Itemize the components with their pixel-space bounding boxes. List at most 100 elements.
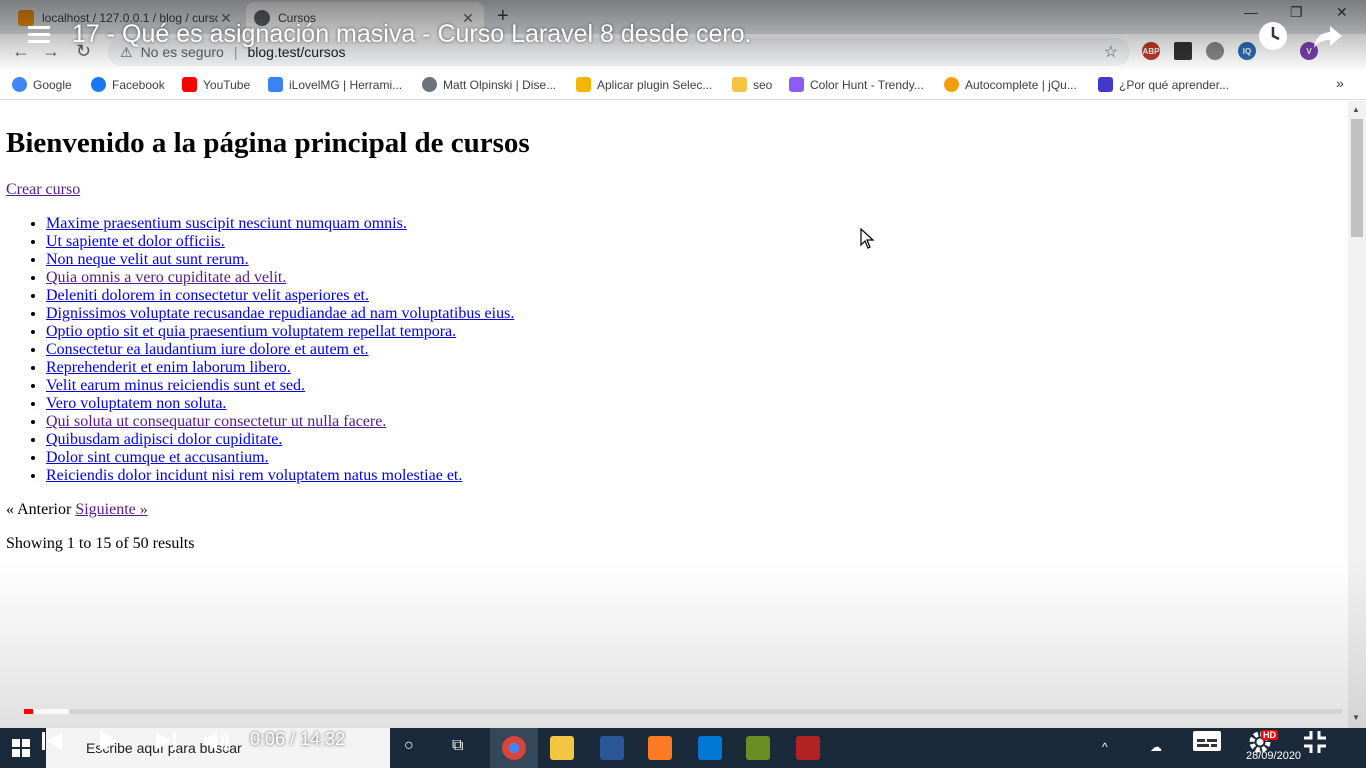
played-bar [24, 709, 34, 714]
cortana-icon[interactable]: ○ [404, 737, 414, 755]
onedrive-icon[interactable]: ☁ [1150, 740, 1162, 754]
course-link[interactable]: Qui soluta ut consequatur consectetur ut… [46, 413, 386, 430]
video-progress-bar[interactable] [24, 709, 1342, 714]
facebook-icon [91, 77, 106, 92]
bookmark-color-hunt[interactable]: Color Hunt - Trendy... [789, 77, 924, 92]
bookmark-label: seo [753, 77, 773, 92]
bookmark-label: Google [33, 77, 72, 92]
course-link[interactable]: Dignissimos voluptate recusandae repudia… [46, 305, 514, 322]
bookmark-folder-seo[interactable]: seo [732, 77, 772, 92]
course-link[interactable]: Vero voluptatem non soluta. [46, 395, 226, 412]
bookmark-aplicar-plugin[interactable]: Aplicar plugin Selec... [576, 77, 712, 92]
bookmark-label: YouTube [203, 77, 251, 92]
next-video-icon[interactable] [154, 730, 178, 752]
watch-later-clock-icon[interactable] [1257, 20, 1289, 52]
list-item: Vero voluptatem non soluta. [46, 395, 1342, 413]
bookmarks-bar: Google Facebook YouTube iLovelMG | Herra… [0, 70, 1366, 100]
previous-video-icon[interactable] [40, 730, 64, 752]
extension-icon[interactable] [1206, 42, 1224, 60]
list-item: Consectetur ea laudantium iure dolore et… [46, 341, 1342, 359]
course-link[interactable]: Dolor sint cumque et accusantium. [46, 449, 269, 466]
course-link[interactable]: Quibusdam adipisci dolor cupiditate. [46, 431, 282, 448]
playlist-menu-icon[interactable] [28, 26, 50, 47]
bookmark-star-icon[interactable]: ☆ [1104, 42, 1118, 62]
bookmark-ilovemg[interactable]: iLovelMG | Herrami... [268, 77, 402, 92]
list-item: Quia omnis a vero cupiditate ad velit. [46, 269, 1342, 287]
bookmark-por-que-aprender[interactable]: ¿Por qué aprender... [1098, 77, 1229, 92]
mouse-pointer-icon [860, 228, 875, 249]
more-bookmarks-icon[interactable]: » [1336, 75, 1344, 91]
bookmark-facebook[interactable]: Facebook [91, 77, 165, 92]
qr-code-icon[interactable] [1174, 42, 1192, 60]
tray-expand-icon[interactable]: ^ [1102, 740, 1108, 754]
course-link[interactable]: Reiciendis dolor incidunt nisi rem volup… [46, 467, 462, 484]
bookmark-matt-olpinski[interactable]: Matt Olpinski | Dise... [422, 77, 556, 92]
scrollbar-thumb[interactable] [1351, 119, 1363, 237]
list-item: Quibusdam adipisci dolor cupiditate. [46, 431, 1342, 449]
bookmark-label: Aplicar plugin Selec... [597, 77, 713, 92]
video-time: 0:06 / 14:32 [250, 729, 346, 749]
page-content: Bienvenido a la página principal de curs… [0, 101, 1348, 728]
course-link[interactable]: Quia omnis a vero cupiditate ad velit. [46, 269, 286, 286]
list-item: Velit earum minus reiciendis sunt et sed… [46, 377, 1342, 395]
list-item: Qui soluta ut consequatur consectetur ut… [46, 413, 1342, 431]
adblock-icon[interactable]: ABP [1142, 42, 1160, 60]
video-title[interactable]: 17 - Qué es asignación masiva - Curso La… [72, 20, 752, 49]
list-item: Reprehenderit et enim laborum libero. [46, 359, 1342, 377]
color-hunt-icon [789, 77, 804, 92]
word-app-icon[interactable] [600, 736, 624, 760]
create-course-link[interactable]: Crear curso [6, 181, 80, 199]
previous-page-label: « Anterior [6, 501, 72, 518]
play-icon[interactable] [96, 729, 120, 753]
volume-icon[interactable] [202, 728, 234, 754]
vertical-scrollbar[interactable]: ▲ ▼ [1348, 101, 1366, 728]
subtitles-icon[interactable] [1192, 730, 1222, 752]
minimize-icon[interactable]: — [1244, 4, 1258, 20]
restore-icon[interactable]: ❐ [1290, 4, 1303, 21]
bookmark-label: iLovelMG | Herrami... [289, 77, 403, 92]
app-icon[interactable] [746, 736, 770, 760]
close-window-icon[interactable]: ✕ [1336, 4, 1348, 21]
list-item: Dolor sint cumque et accusantium. [46, 449, 1342, 467]
course-link[interactable]: Maxime praesentium suscipit nesciunt num… [46, 215, 407, 232]
bookmark-autocomplete[interactable]: Autocomplete | jQu... [944, 77, 1077, 92]
hd-badge: HD [1261, 730, 1278, 740]
list-item: Ut sapiente et dolor officiis. [46, 233, 1342, 251]
list-item: Optio optio sit et quia praesentium volu… [46, 323, 1342, 341]
google-icon [12, 77, 27, 92]
course-link[interactable]: Ut sapiente et dolor officiis. [46, 233, 225, 250]
bookmark-site-icon [1098, 77, 1113, 92]
next-page-link[interactable]: Siguiente » [75, 501, 147, 518]
xampp-app-icon[interactable] [648, 736, 672, 760]
autocomplete-icon [944, 77, 959, 92]
folder-icon [732, 77, 747, 92]
bookmark-label: Color Hunt - Trendy... [810, 77, 924, 92]
course-link[interactable]: Optio optio sit et quia praesentium volu… [46, 323, 456, 340]
windows-start-icon[interactable] [12, 739, 30, 757]
course-link[interactable]: Consectetur ea laudantium iure dolore et… [46, 341, 369, 358]
course-link[interactable]: Reprehenderit et enim laborum libero. [46, 359, 291, 376]
youtube-icon [182, 77, 197, 92]
chrome-app-icon[interactable] [502, 736, 526, 760]
task-view-icon[interactable]: ⧉ [452, 737, 463, 755]
file-explorer-icon[interactable] [550, 736, 574, 760]
bookmark-label: ¿Por qué aprender... [1119, 77, 1230, 92]
bookmark-google[interactable]: Google [12, 77, 72, 92]
exit-fullscreen-icon[interactable] [1302, 729, 1328, 755]
list-item: Reiciendis dolor incidunt nisi rem volup… [46, 467, 1342, 485]
course-link[interactable]: Velit earum minus reiciendis sunt et sed… [46, 377, 305, 394]
course-link[interactable]: Non neque velit aut sunt rerum. [46, 251, 249, 268]
bookmark-label: Matt Olpinski | Dise... [443, 77, 557, 92]
iq-extension-icon[interactable]: IQ [1238, 42, 1256, 60]
bookmark-youtube[interactable]: YouTube [182, 77, 250, 92]
app-icon[interactable] [796, 736, 820, 760]
share-icon[interactable] [1312, 20, 1344, 52]
list-item: Maxime praesentium suscipit nesciunt num… [46, 215, 1342, 233]
results-summary: Showing 1 to 15 of 50 results [6, 535, 195, 552]
avatar-icon [422, 77, 437, 92]
vscode-app-icon[interactable] [698, 736, 722, 760]
scroll-down-icon[interactable]: ▼ [1352, 713, 1360, 722]
scroll-up-icon[interactable]: ▲ [1352, 105, 1360, 114]
heart-icon [268, 77, 283, 92]
course-link[interactable]: Deleniti dolorem in consectetur velit as… [46, 287, 369, 304]
